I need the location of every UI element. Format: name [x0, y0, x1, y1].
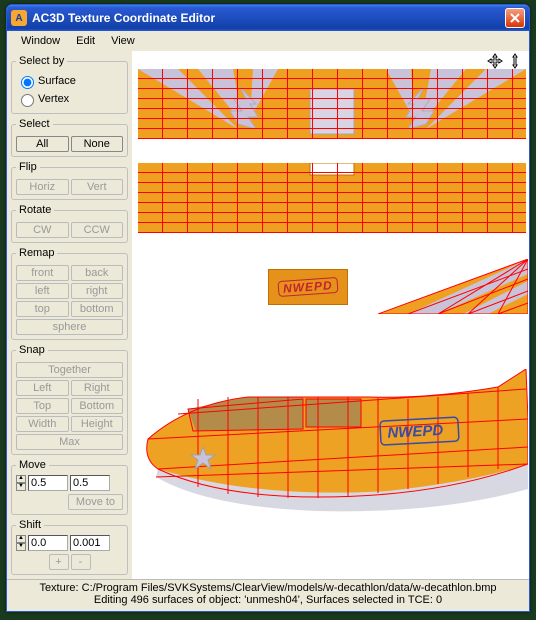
- snap-left-button[interactable]: Left: [16, 380, 69, 396]
- app-window: A AC3D Texture Coordinate Editor Window …: [6, 4, 530, 612]
- rotate-cw-button[interactable]: CW: [16, 222, 69, 238]
- menu-view[interactable]: View: [103, 33, 143, 49]
- snap-height-button[interactable]: Height: [71, 416, 124, 432]
- legend-move: Move: [16, 459, 49, 471]
- panel-snap: Snap Together Left Right Top Bottom Widt…: [11, 344, 128, 455]
- snap-max-button[interactable]: Max: [16, 434, 123, 450]
- app-icon: A: [11, 10, 27, 26]
- uv-canvas[interactable]: NWEPD: [132, 51, 529, 580]
- menubar: Window Edit View: [7, 31, 529, 51]
- remap-top-button[interactable]: top: [16, 301, 69, 317]
- move-y-input[interactable]: [70, 475, 110, 491]
- flip-vert-button[interactable]: Vert: [71, 179, 124, 195]
- select-all-button[interactable]: All: [16, 136, 69, 152]
- snap-together-button[interactable]: Together: [16, 362, 123, 378]
- legend-remap: Remap: [16, 247, 57, 259]
- remap-right-button[interactable]: right: [71, 283, 124, 299]
- panel-shift: Shift ▲▼ + -: [11, 519, 128, 575]
- select-none-button[interactable]: None: [71, 136, 124, 152]
- shift-y-input[interactable]: [70, 535, 110, 551]
- shift-minus-button[interactable]: -: [71, 554, 91, 570]
- menu-edit[interactable]: Edit: [68, 33, 103, 49]
- move-x-spinner[interactable]: ▲▼: [16, 475, 26, 491]
- panel-move: Move ▲▼ Move to: [11, 459, 128, 515]
- label-vertex: Vertex: [38, 93, 69, 105]
- remap-left-button[interactable]: left: [16, 283, 69, 299]
- menu-window[interactable]: Window: [13, 33, 68, 49]
- logo-text: NWEPD: [278, 277, 339, 297]
- panel-remap: Remap front back left right top bottom s…: [11, 247, 128, 340]
- status-bar: Texture: C:/Program Files/SVKSystems/Cle…: [7, 579, 529, 611]
- snap-right-button[interactable]: Right: [71, 380, 124, 396]
- snap-top-button[interactable]: Top: [16, 398, 69, 414]
- remap-front-button[interactable]: front: [16, 265, 69, 281]
- shift-x-spinner[interactable]: ▲▼: [16, 535, 26, 551]
- panel-select-by: Select by Surface Vertex: [11, 55, 128, 114]
- close-button[interactable]: [505, 8, 525, 28]
- label-surface: Surface: [38, 75, 76, 87]
- flip-horiz-button[interactable]: Horiz: [16, 179, 69, 195]
- fuselage-mesh: NWEPD: [138, 369, 528, 519]
- legend-snap: Snap: [16, 344, 48, 356]
- move-x-input[interactable]: [28, 475, 68, 491]
- panel-rotate: Rotate CW CCW: [11, 204, 128, 243]
- radio-surface[interactable]: [21, 76, 34, 89]
- legend-flip: Flip: [16, 161, 40, 173]
- texture-view: NWEPD: [138, 69, 529, 580]
- fuselage-logo: NWEPD: [387, 422, 444, 442]
- remap-bottom-button[interactable]: bottom: [71, 301, 124, 317]
- status-texture-path: Texture: C:/Program Files/SVKSystems/Cle…: [7, 582, 529, 594]
- radio-vertex[interactable]: [21, 94, 34, 107]
- move-to-button[interactable]: Move to: [68, 494, 123, 510]
- legend-rotate: Rotate: [16, 204, 54, 216]
- panel-flip: Flip Horiz Vert: [11, 161, 128, 200]
- remap-sphere-button[interactable]: sphere: [16, 319, 123, 335]
- sidebar: Select by Surface Vertex Select All None: [7, 51, 132, 580]
- status-edit-info: Editing 496 surfaces of object: 'unmesh0…: [7, 594, 529, 606]
- snap-bottom-button[interactable]: Bottom: [71, 398, 124, 414]
- window-title: AC3D Texture Coordinate Editor: [32, 11, 505, 25]
- rotate-ccw-button[interactable]: CCW: [71, 222, 124, 238]
- legend-shift: Shift: [16, 519, 44, 531]
- remap-back-button[interactable]: back: [71, 265, 124, 281]
- shift-plus-button[interactable]: +: [49, 554, 69, 570]
- snap-width-button[interactable]: Width: [16, 416, 69, 432]
- titlebar: A AC3D Texture Coordinate Editor: [7, 5, 529, 31]
- logo-panel: NWEPD: [268, 269, 348, 305]
- legend-select-by: Select by: [16, 55, 67, 67]
- panel-select: Select All None: [11, 118, 128, 157]
- shift-x-input[interactable]: [28, 535, 68, 551]
- legend-select: Select: [16, 118, 53, 130]
